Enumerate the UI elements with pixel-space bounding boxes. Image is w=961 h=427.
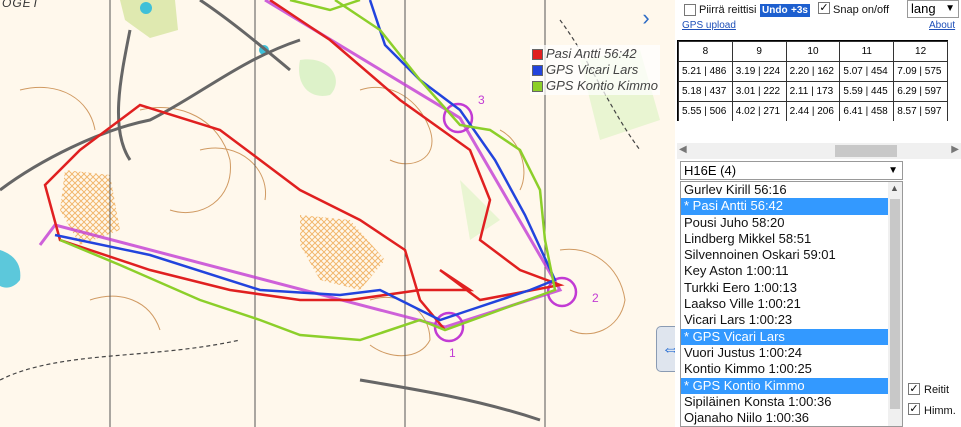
runner-item[interactable]: Laakso Ville 1:00:21: [681, 296, 902, 312]
legend-label: GPS Vicari Lars: [546, 62, 639, 77]
gps-upload-link[interactable]: GPS upload: [682, 20, 736, 31]
toolbar: Piirrä reittisi Undo +3s ✓ Snap on/off G…: [675, 0, 961, 36]
scroll-thumb[interactable]: [835, 145, 897, 157]
split-cell: 2.44 | 206: [785, 101, 841, 121]
runner-item[interactable]: Key Aston 1:00:11: [681, 263, 902, 279]
control-1-label: 1: [449, 346, 456, 360]
scroll-up-icon[interactable]: ▲: [890, 183, 899, 193]
draw-routes-checkbox[interactable]: [684, 4, 696, 16]
split-cell: 8.57 | 597: [893, 101, 948, 121]
scroll-thumb[interactable]: [890, 199, 900, 409]
splits-table: 8 9 10 11 12 5.21 | 486 3.19 | 224 2.20 …: [677, 40, 948, 121]
legend-item: GPS Kontio Kimmo: [532, 78, 658, 94]
runner-rows: Gurlev Kirill 56:16 * Pasi Antti 56:42 Pou…: [681, 182, 902, 426]
split-cell: 2.11 | 173: [785, 81, 841, 102]
legend-swatch: [532, 64, 543, 76]
undo-button[interactable]: Undo: [760, 4, 790, 17]
scroll-right-icon[interactable]: ▶: [951, 144, 959, 155]
course-line: [38, 0, 563, 329]
runner-item[interactable]: Pousi Juho 58:20: [681, 215, 902, 231]
splits-row: 5.18 | 437 3.01 | 222 2.11 | 173 5.59 | …: [678, 81, 948, 102]
split-cell: 3.01 | 222: [731, 81, 787, 102]
draw-routes-label: Piirrä reittisi: [699, 4, 757, 16]
runner-item[interactable]: Kontio Kimmo 1:00:25: [681, 361, 902, 377]
scroll-left-icon[interactable]: ◀: [679, 144, 687, 155]
runner-item[interactable]: Silvennoinen Oskari 59:01: [681, 247, 902, 263]
panel-toggle-icon[interactable]: ⇔: [656, 326, 675, 372]
himm-label: Himm.: [924, 405, 956, 417]
himm-checkbox[interactable]: ✓: [908, 403, 920, 415]
class-select[interactable]: H16E (4) ▼: [680, 161, 903, 180]
pond: [140, 2, 152, 14]
plus3s-button[interactable]: +3s: [789, 4, 810, 17]
snap-label: Snap on/off: [833, 4, 890, 16]
legend-item: GPS Vicari Lars: [532, 62, 658, 78]
control-3-label: 3: [478, 93, 485, 107]
split-cell: 5.21 | 486: [678, 61, 733, 82]
split-header: 9: [731, 41, 787, 62]
runner-item[interactable]: * GPS Vicari Lars: [681, 328, 902, 345]
routes-checkbox[interactable]: ✓: [908, 383, 920, 395]
route-red: [43, 0, 565, 331]
legend-label: Pasi Antti 56:42: [546, 46, 637, 61]
legend-swatch: [532, 80, 543, 92]
runner-item[interactable]: Turkki Eero 1:00:13: [681, 280, 902, 296]
runner-item[interactable]: Vicari Lars 1:00:23: [681, 312, 902, 328]
chevron-down-icon: ▼: [888, 165, 898, 176]
map-next-arrow-icon[interactable]: ›: [636, 6, 656, 32]
chevron-down-icon: ▼: [945, 3, 955, 14]
about-link[interactable]: About: [929, 20, 955, 31]
runner-item[interactable]: Vuori Justus 1:00:24: [681, 345, 902, 361]
runner-item[interactable]: Ojanaho Niilo 1:00:36: [681, 410, 902, 426]
split-cell: 5.07 | 454: [839, 61, 895, 82]
split-cell: 5.59 | 445: [839, 81, 895, 102]
split-header: 8: [678, 41, 733, 62]
runner-list-scrollbar[interactable]: ▲: [888, 182, 902, 426]
lang-select[interactable]: lang ▼: [907, 0, 959, 18]
splits-header-row: 8 9 10 11 12: [678, 41, 948, 62]
splits-hscrollbar[interactable]: ◀ ▶: [677, 143, 961, 159]
legend-swatch: [532, 48, 543, 60]
route-green: [59, 0, 557, 342]
open-land: [300, 215, 385, 290]
split-cell: 7.09 | 575: [893, 61, 948, 82]
runner-item[interactable]: * GPS Kontio Kimmo: [681, 377, 902, 394]
runner-item[interactable]: * Pasi Antti 56:42: [681, 198, 902, 215]
split-header: 12: [893, 41, 948, 62]
runner-item[interactable]: Sipiläinen Konsta 1:00:36: [681, 394, 902, 410]
split-cell: 2.20 | 162: [785, 61, 841, 82]
lake: [0, 250, 21, 288]
routes-label: Reitit: [924, 384, 950, 396]
map-logo: OGET: [2, 0, 41, 10]
split-cell: 5.18 | 437: [678, 81, 733, 102]
runner-item[interactable]: Gurlev Kirill 56:16: [681, 182, 902, 198]
splits-row: 5.55 | 506 4.02 | 271 2.44 | 206 6.41 | …: [678, 101, 948, 121]
legend-item: Pasi Antti 56:42: [532, 46, 658, 62]
split-header: 11: [839, 41, 895, 62]
snap-checkbox[interactable]: ✓: [818, 2, 830, 14]
orienteering-map[interactable]: 1 2 3 OGET › Pasi Antti 56:42 GPS Vicari…: [0, 0, 675, 427]
split-cell: 4.02 | 271: [731, 101, 787, 121]
splits-row: 5.21 | 486 3.19 | 224 2.20 | 162 5.07 | …: [678, 61, 948, 82]
lang-value: lang: [911, 1, 936, 16]
class-select-value: H16E (4): [684, 163, 737, 178]
split-cell: 6.29 | 597: [893, 81, 948, 102]
runner-list[interactable]: Gurlev Kirill 56:16 * Pasi Antti 56:42 Pou…: [680, 181, 903, 427]
split-cell: 3.19 | 224: [731, 61, 787, 82]
split-header: 10: [785, 41, 841, 62]
route-legend: Pasi Antti 56:42 GPS Vicari Lars GPS Kon…: [530, 45, 660, 95]
split-cell: 5.55 | 506: [678, 101, 733, 121]
side-panel: Piirrä reittisi Undo +3s ✓ Snap on/off G…: [675, 0, 961, 427]
legend-label: GPS Kontio Kimmo: [546, 78, 658, 93]
split-cell: 6.41 | 458: [839, 101, 895, 121]
control-2-label: 2: [592, 291, 599, 305]
runner-item[interactable]: Lindberg Mikkel 58:51: [681, 231, 902, 247]
